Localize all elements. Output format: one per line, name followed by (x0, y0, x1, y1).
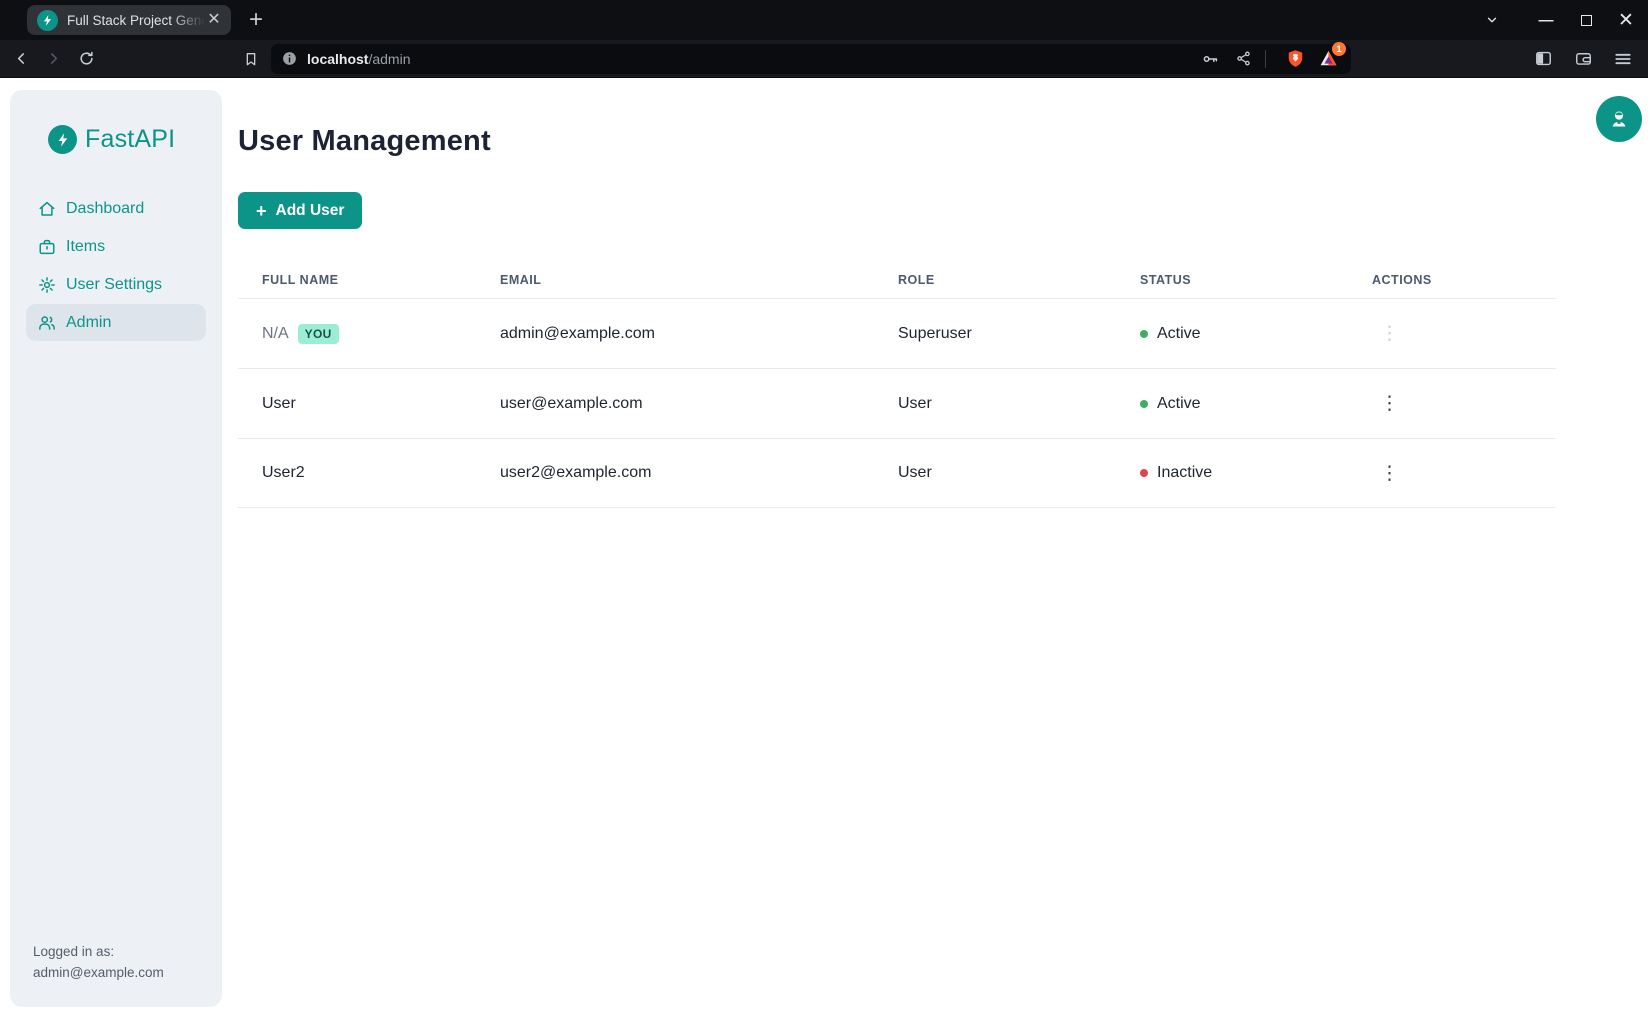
rewards-notification-badge: 1 (1332, 42, 1346, 56)
status-dot (1140, 469, 1148, 477)
maximize-button[interactable] (1578, 12, 1594, 28)
user-email: admin@example.com (476, 325, 874, 343)
users-table: FULL NAMEEMAILROLESTATUSACTIONS N/A YOU a… (238, 262, 1556, 508)
new-tab-button[interactable]: + (249, 8, 263, 32)
column-header-email: EMAIL (476, 273, 874, 287)
user-role: User (874, 395, 1116, 413)
table-body: N/A YOU admin@example.com Superuser Activ… (238, 298, 1556, 508)
sidebar-item-user-settings[interactable]: User Settings (26, 266, 206, 303)
sidebar-item-label: User Settings (66, 276, 162, 294)
plus-icon: + (256, 202, 267, 220)
window-controls: — ✕ (1484, 0, 1648, 40)
status-dot (1140, 400, 1148, 408)
logged-in-info: Logged in as: admin@example.com (33, 941, 206, 983)
user-full-name: User2 (262, 464, 305, 482)
table-row: User user@example.com User Active ⋮ (238, 368, 1556, 438)
back-button[interactable] (6, 44, 36, 74)
sidebar-item-label: Dashboard (66, 200, 144, 218)
tab-close-icon[interactable]: ✕ (205, 11, 223, 29)
user-full-name: N/A (262, 325, 289, 343)
user-email: user2@example.com (476, 464, 874, 482)
table-row: User2 user2@example.com User Inactive ⋮ (238, 438, 1556, 508)
add-user-label: Add User (276, 202, 345, 220)
status-label: Inactive (1157, 464, 1212, 482)
sidebar-item-dashboard[interactable]: Dashboard (26, 190, 206, 227)
brave-rewards-icon[interactable]: 1 (1315, 46, 1341, 72)
sidebar-item-items[interactable]: Items (26, 228, 206, 265)
brave-shield-icon[interactable] (1282, 46, 1308, 72)
column-header-full-name: FULL NAME (238, 273, 476, 287)
users-icon (38, 314, 56, 332)
main-content: User Management + Add User FULL NAMEEMAI… (238, 78, 1556, 508)
reload-button[interactable] (71, 44, 101, 74)
menu-hamburger-icon[interactable] (1610, 46, 1636, 72)
site-info-icon[interactable] (281, 50, 298, 67)
logo-text: FastAPI (85, 125, 175, 154)
minimize-button[interactable]: — (1538, 12, 1554, 28)
row-actions-menu-button[interactable]: ⋮ (1372, 390, 1407, 417)
browser-tab[interactable]: Full Stack Project Genera ✕ (27, 5, 231, 35)
bookmark-icon[interactable] (236, 44, 266, 74)
browser-toolbar: localhost/admin 1 (0, 40, 1648, 78)
page-content: FastAPI Dashboard Items User Settings Ad… (0, 78, 1648, 1024)
url-bar[interactable]: localhost/admin 1 (271, 44, 1351, 74)
tab-title: Full Stack Project Genera (67, 13, 205, 28)
status-label: Active (1157, 395, 1201, 413)
fastapi-logo-icon (48, 125, 77, 154)
url-path: /admin (368, 51, 410, 67)
user-role: User (874, 464, 1116, 482)
row-actions-menu-button[interactable]: ⋮ (1372, 460, 1407, 487)
page-title: User Management (238, 78, 1556, 158)
forward-button[interactable] (38, 44, 68, 74)
user-avatar-button[interactable] (1596, 96, 1642, 142)
user-role: Superuser (874, 325, 1116, 343)
logged-in-label: Logged in as: (33, 941, 206, 962)
fastapi-favicon-icon (37, 10, 58, 31)
tab-search-chevron-icon[interactable] (1484, 12, 1500, 28)
gear-icon (38, 276, 56, 294)
tab-bar: Full Stack Project Genera ✕ + — ✕ (0, 0, 1648, 40)
add-user-button[interactable]: + Add User (238, 192, 362, 229)
sidebar-panel-icon[interactable] (1530, 46, 1556, 72)
column-header-actions: ACTIONS (1348, 273, 1556, 287)
home-icon (38, 200, 56, 218)
divider (1265, 50, 1266, 68)
fastapi-logo: FastAPI (48, 125, 206, 154)
password-key-icon[interactable] (1197, 46, 1223, 72)
sidebar-item-admin[interactable]: Admin (26, 304, 206, 341)
table-row: N/A YOU admin@example.com Superuser Activ… (238, 298, 1556, 368)
row-actions-menu-button: ⋮ (1372, 320, 1407, 347)
table-header-row: FULL NAMEEMAILROLESTATUSACTIONS (238, 262, 1556, 298)
briefcase-icon (38, 238, 56, 256)
logged-in-email: admin@example.com (33, 962, 206, 983)
url-host: localhost (307, 51, 368, 67)
you-badge: YOU (298, 324, 339, 344)
wallet-icon[interactable] (1570, 46, 1596, 72)
close-window-button[interactable]: ✕ (1618, 12, 1634, 28)
status-label: Active (1157, 325, 1201, 343)
sidebar-nav: Dashboard Items User Settings Admin (26, 190, 206, 342)
user-email: user@example.com (476, 395, 874, 413)
sidebar-item-label: Admin (66, 314, 111, 332)
column-header-status: STATUS (1116, 273, 1348, 287)
status-dot (1140, 330, 1148, 338)
column-header-role: ROLE (874, 273, 1116, 287)
share-icon[interactable] (1230, 46, 1256, 72)
sidebar: FastAPI Dashboard Items User Settings Ad… (10, 90, 222, 1007)
sidebar-item-label: Items (66, 238, 105, 256)
user-full-name: User (262, 395, 296, 413)
toolbar-right-icons (1530, 46, 1648, 72)
